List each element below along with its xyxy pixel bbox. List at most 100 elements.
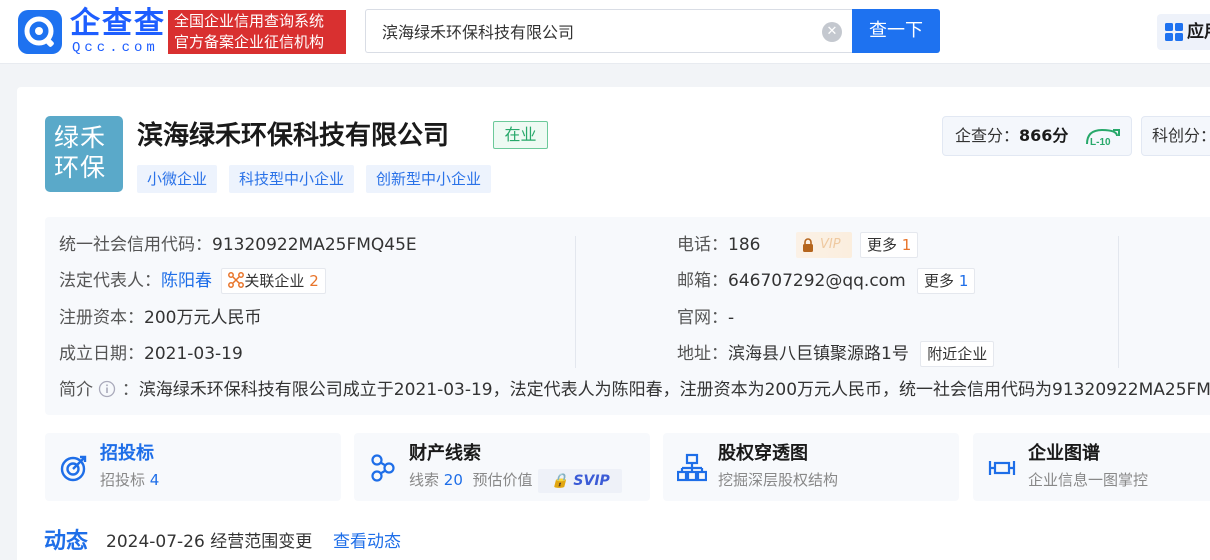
credit-code-row: 统一社会信用代码：91320922MA25FMQ45E — [59, 232, 417, 258]
feature-property-sub: 线索 20 预估价值 🔒 SVIP — [409, 469, 623, 493]
related-companies-count: 2 — [309, 272, 319, 290]
legal-rep-link[interactable]: 陈阳春 — [161, 271, 212, 291]
phone-more-count: 1 — [901, 236, 912, 254]
company-logo-line-1: 绿禾 — [54, 123, 107, 152]
phone-vip-mask[interactable]: VIP — [796, 232, 852, 258]
credit-code-label: 统一社会信用代码： — [59, 235, 212, 255]
tag-innovative-sme[interactable]: 创新型中小企业 — [366, 165, 492, 193]
grid-apps-icon — [1165, 23, 1183, 41]
phone-label: 电话： — [677, 235, 728, 255]
address-row: 地址：滨海县八巨镇聚源路1号 附近企业 — [677, 341, 995, 367]
info-circle-icon[interactable] — [98, 380, 116, 398]
feature-property-extra: 预估价值 — [472, 471, 533, 489]
website-row: 官网：- — [677, 305, 734, 331]
email-row: 邮箱：646707292@qq.com 更多 1 — [677, 268, 976, 294]
email-more-count: 1 — [958, 272, 969, 290]
phone-value[interactable]: 186 — [728, 235, 760, 255]
vip-label: VIP — [820, 237, 841, 252]
feature-card-property-clues[interactable]: 财产线索 线索 20 预估价值 🔒 SVIP — [354, 433, 650, 501]
qcc-score[interactable]: 企查分：866分 L-10 — [942, 116, 1132, 156]
feature-equity-sub: 挖掘深层股权结构 — [718, 471, 839, 489]
capital-label: 注册资本： — [59, 308, 144, 328]
intro-label: 简介 — [59, 380, 93, 400]
founded-label: 成立日期： — [59, 344, 144, 364]
email-more-label: 更多 — [924, 272, 955, 290]
search-box: ✕ — [365, 9, 853, 53]
logo-chinese: 企查查 — [70, 6, 166, 41]
website-label: 官网： — [677, 308, 728, 328]
relation-icon — [228, 272, 245, 288]
feature-card-equity-chart[interactable]: 股权穿透图 挖掘深层股权结构 — [663, 433, 959, 501]
target-icon — [60, 455, 87, 482]
website-value: - — [728, 308, 735, 328]
intro-colon: ： — [121, 380, 139, 400]
score-level-icon: L-10 — [1086, 128, 1120, 148]
search-input[interactable] — [382, 10, 812, 52]
founded-value: 2021-03-19 — [144, 344, 243, 364]
feature-bidding-sub: 招投标 4 — [100, 469, 159, 491]
feature-card-bidding[interactable]: 招投标 招投标 4 — [45, 433, 341, 501]
nodes-icon — [371, 454, 395, 482]
apps-label: 应用 — [1187, 22, 1210, 42]
slogan-line-1: 全国企业信用查询系统 — [174, 12, 325, 30]
svip-label: SVIP — [573, 473, 610, 489]
phone-row: 电话：186 — [677, 232, 760, 258]
intro-row: 简介 ：滨海绿禾环保科技有限公司成立于2021-03-19，法定代表人为陈阳春，… — [59, 377, 1210, 403]
phone-more-wrap: 更多 1 — [860, 232, 919, 258]
sci-score-label: 科创分： — [1152, 126, 1210, 145]
tag-tech-sme[interactable]: 科技型中小企业 — [229, 165, 355, 193]
feature-property-count: 20 — [443, 471, 463, 489]
legal-rep-label: 法定代表人： — [59, 271, 161, 291]
qcc-logo-icon[interactable] — [18, 10, 62, 54]
intro-text: 滨海绿禾环保科技有限公司成立于2021-03-19，法定代表人为陈阳春，注册资本… — [138, 380, 1210, 400]
search-button[interactable]: 查一下 — [852, 9, 940, 53]
logo-english: Qcc.com — [72, 40, 159, 56]
company-logo: 绿禾 环保 — [45, 116, 123, 192]
phone-more-button[interactable]: 更多 1 — [860, 232, 919, 258]
tag-micro-enterprise[interactable]: 小微企业 — [137, 165, 218, 193]
lock-icon — [803, 238, 813, 252]
activity-title: 动态 — [44, 529, 89, 554]
address-value[interactable]: 滨海县八巨镇聚源路1号 — [728, 344, 909, 364]
status-badge: 在业 — [493, 121, 548, 149]
related-companies-button[interactable]: 关联企业 2 — [221, 268, 326, 294]
email-more-button[interactable]: 更多 1 — [917, 268, 976, 294]
credit-code-value[interactable]: 91320922MA25FMQ45E — [212, 235, 417, 255]
activity-text: 2024-07-26 经营范围变更 — [106, 532, 313, 552]
clear-icon[interactable]: ✕ — [822, 22, 842, 42]
feature-bidding-title: 招投标 — [100, 443, 154, 464]
score-label: 企查分：866分 — [955, 117, 1068, 155]
slogan-line-2: 官方备案企业征信机构 — [174, 33, 325, 51]
qcc-logo-text[interactable]: 企查查 Qcc.com — [70, 6, 164, 56]
feature-equity-title: 股权穿透图 — [718, 443, 808, 464]
feature-graph-sub: 企业信息一图掌控 — [1028, 471, 1149, 489]
company-name: 滨海绿禾环保科技有限公司 — [137, 121, 450, 151]
score-label-text: 企查分： — [955, 126, 1020, 145]
feature-bidding-sub-label: 招投标 — [100, 471, 146, 489]
slogan-badge: 全国企业信用查询系统 官方备案企业征信机构 — [168, 10, 346, 54]
sci-score[interactable]: 科创分： — [1141, 116, 1210, 156]
svip-badge[interactable]: 🔒 SVIP — [538, 469, 623, 493]
feature-property-title: 财产线索 — [409, 443, 481, 464]
capital-value: 200万元人民币 — [144, 308, 262, 328]
graph-map-icon — [988, 461, 1016, 475]
related-companies-label: 关联企业 — [244, 272, 305, 290]
feature-property-sub-label: 线索 — [409, 471, 440, 489]
info-divider-right — [1118, 236, 1119, 368]
feature-card-enterprise-graph[interactable]: 企业图谱 企业信息一图掌控 — [973, 433, 1210, 501]
apps-button[interactable]: 应用 — [1157, 14, 1210, 50]
info-divider — [575, 236, 576, 368]
view-activity-link[interactable]: 查看动态 — [333, 530, 401, 554]
address-label: 地址： — [677, 344, 728, 364]
email-label: 邮箱： — [677, 271, 728, 291]
legal-rep-row: 法定代表人：陈阳春 关联企业 2 — [59, 268, 326, 294]
capital-row: 注册资本：200万元人民币 — [59, 305, 261, 331]
nearby-companies-button[interactable]: 附近企业 — [920, 341, 995, 367]
feature-bidding-count: 4 — [149, 471, 160, 489]
founded-row: 成立日期：2021-03-19 — [59, 341, 243, 367]
score-level-text: L-10 — [1090, 137, 1111, 148]
score-value: 866分 — [1019, 126, 1069, 145]
company-logo-line-2: 环保 — [54, 153, 107, 182]
feature-graph-title: 企业图谱 — [1028, 443, 1100, 464]
email-value[interactable]: 646707292@qq.com — [728, 271, 906, 291]
